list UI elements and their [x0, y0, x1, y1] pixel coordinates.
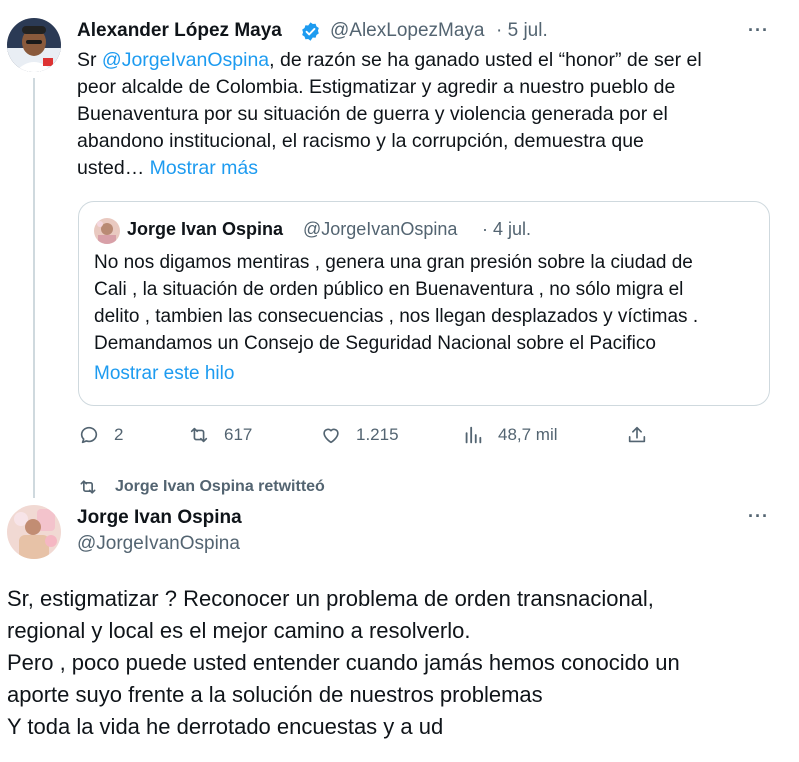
tweet2-text-line1: Sr, estigmatizar ? Reconocer un problema…: [7, 586, 654, 611]
avatar-jorge-image: [7, 505, 61, 559]
retweet-count: 617: [224, 425, 253, 444]
retweet-button[interactable]: 617: [188, 424, 252, 446]
tweet1-text-line2: peor alcalde de Colombia. Estigmatizar y…: [77, 76, 676, 98]
tweet1-text-prefix: Sr: [77, 49, 102, 71]
quote-text-line3: delito , tambien las consecuencias , nos…: [94, 306, 699, 327]
heart-icon: [323, 428, 339, 444]
retweet-banner-icon: [78, 477, 98, 497]
tweet1-author-name[interactable]: Alexander López Maya: [77, 20, 282, 42]
quote-text-line4: Demandamos un Consejo de Seguridad Nacio…: [94, 333, 656, 354]
tweet2-more-options-icon[interactable]: ···: [748, 506, 769, 527]
like-button[interactable]: 1.215: [320, 424, 399, 446]
retweet-banner-label[interactable]: Jorge Ivan Ospina retwitteó: [115, 478, 325, 496]
views-chart-icon: [465, 426, 482, 444]
avatar-jorge[interactable]: [7, 505, 61, 559]
thread-connector: [33, 78, 35, 498]
mention-link[interactable]: @JorgeIvanOspina: [102, 49, 269, 71]
reply-count: 2: [114, 425, 124, 444]
tweet2-text-line4: aporte suyo frente a la solución de nues…: [7, 682, 543, 707]
tweet2-text: Sr, estigmatizar ? Reconocer un problema…: [7, 583, 787, 743]
show-thread-link[interactable]: Mostrar este hilo: [94, 363, 234, 385]
tweet1-text-line1-rest: , de razón se ha ganado usted el “honor”…: [269, 49, 702, 71]
quote-text: No nos digamos mentiras , genera una gra…: [94, 249, 764, 357]
tweet2-text-line3: Pero , poco puede usted entender cuando …: [7, 650, 680, 675]
quote-handle[interactable]: @JorgeIvanOspina: [303, 219, 457, 240]
tweet2-text-line5: Y toda la vida he derrotado encuestas y …: [7, 714, 444, 739]
tweet2-author-name[interactable]: Jorge Ivan Ospina: [77, 507, 242, 529]
tweet1-handle[interactable]: @AlexLopezMaya: [330, 20, 484, 42]
reply-icon: [80, 426, 98, 444]
quote-date[interactable]: · 4 jul.: [482, 219, 531, 240]
views-count: 48,7 mil: [498, 425, 558, 444]
quote-text-line2: Cali , la situación de orden público en …: [94, 279, 684, 300]
tweet1-text-line3: Buenaventura por su situación de guerra …: [77, 103, 668, 125]
tweet2-handle[interactable]: @JorgeIvanOspina: [77, 533, 240, 555]
views-button[interactable]: 48,7 mil: [462, 424, 558, 446]
tweet1-date[interactable]: · 5 jul.: [496, 20, 548, 42]
quote-author-name[interactable]: Jorge Ivan Ospina: [127, 219, 283, 240]
tweet1-text-line4: abandono institucional, el racismo y la …: [77, 130, 644, 152]
avatar-alexander[interactable]: [7, 18, 61, 72]
tweet1-text-line5: usted…: [77, 157, 150, 179]
tweet1-more-options-icon[interactable]: ···: [748, 20, 769, 41]
show-more-link[interactable]: Mostrar más: [150, 157, 258, 179]
avatar-alexander-image: [7, 18, 61, 72]
retweet-icon: [190, 427, 208, 443]
like-count: 1.215: [356, 425, 399, 444]
quote-avatar-image: [94, 218, 120, 244]
verified-badge-icon: [300, 21, 321, 42]
share-button[interactable]: [626, 424, 662, 446]
share-icon: [628, 426, 646, 443]
reply-button[interactable]: 2: [78, 424, 123, 446]
quote-text-line1: No nos digamos mentiras , genera una gra…: [94, 252, 693, 273]
quote-avatar[interactable]: [94, 218, 120, 244]
tweet2-text-line2: regional y local es el mejor camino a re…: [7, 618, 471, 643]
tweet1-text: Sr @JorgeIvanOspina, de razón se ha gana…: [77, 47, 777, 182]
